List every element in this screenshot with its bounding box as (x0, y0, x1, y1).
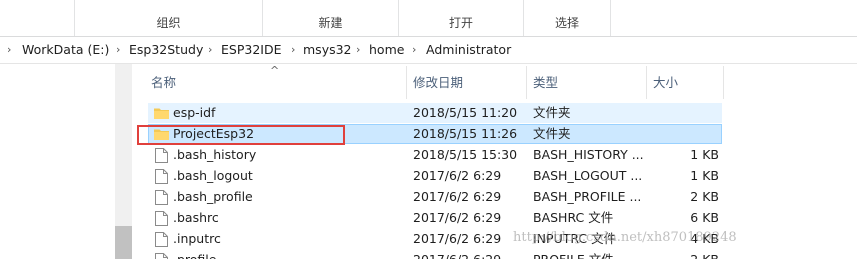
navigation-pane[interactable] (0, 64, 115, 259)
file-icon (155, 169, 168, 184)
chevron-right-icon[interactable]: › (7, 41, 11, 59)
breadcrumb-home[interactable]: home (369, 41, 404, 59)
chevron-right-icon[interactable]: › (116, 41, 120, 59)
chevron-right-icon[interactable]: › (356, 41, 360, 59)
ribbon-group-new[interactable]: 新建 (263, 0, 399, 36)
file-size: 6 KB (690, 210, 719, 225)
file-name: .inputrc (173, 231, 221, 246)
breadcrumb-esp32study[interactable]: Esp32Study (129, 41, 203, 59)
file-name: .bash_logout (173, 168, 253, 183)
file-icon (155, 190, 168, 205)
breadcrumb-esp32ide[interactable]: ESP32IDE (221, 41, 282, 59)
navigation-scrollbar[interactable] (115, 64, 132, 259)
ribbon-label-select: 选择 (554, 16, 579, 30)
chevron-right-icon[interactable]: › (412, 41, 416, 59)
address-bar[interactable]: › WorkData (E:) › Esp32Study › ESP32IDE … (0, 37, 857, 64)
file-row-bashrc[interactable]: .bashrc 2017/6/2 6:29 BASHRC 文件 6 KB (148, 208, 722, 228)
file-size: 2 KB (690, 189, 719, 204)
file-name: .bash_history (173, 147, 257, 162)
file-modified: 2017/6/2 6:29 (413, 168, 502, 183)
ribbon-group-organize[interactable]: 组织 (75, 0, 263, 36)
column-divider[interactable] (526, 66, 527, 99)
file-modified: 2017/6/2 6:29 (413, 250, 501, 259)
file-modified: 2018/5/15 11:20 (413, 105, 518, 120)
file-name: .profile (173, 250, 216, 259)
file-modified: 2017/6/2 6:29 (413, 189, 502, 204)
column-header-name[interactable]: 名称 (151, 64, 176, 101)
column-divider[interactable] (723, 66, 724, 99)
file-modified: 2017/6/2 6:29 (413, 210, 502, 225)
breadcrumb-drive[interactable]: WorkData (E:) (22, 41, 109, 59)
column-header-size[interactable]: 大小 (653, 64, 678, 101)
file-row-bash-profile[interactable]: .bash_profile 2017/6/2 6:29 BASH_PROFILE… (148, 187, 722, 207)
file-type: 文件夹 (533, 105, 571, 120)
file-modified: 2018/5/15 15:30 (413, 147, 518, 162)
file-name: .bash_profile (173, 189, 253, 204)
file-row-esp-idf[interactable]: esp-idf 2018/5/15 11:20 文件夹 (148, 103, 722, 123)
sort-ascending-icon: ^ (270, 64, 280, 77)
ribbon-label-organize: 组织 (156, 16, 181, 30)
file-row-bash-history[interactable]: .bash_history 2018/5/15 15:30 BASH_HISTO… (148, 145, 722, 165)
ribbon-group-blank (0, 0, 75, 36)
watermark-text: http://blog.csdn.net/xh870189248 (513, 230, 737, 245)
file-type: BASH_PROFILE ... (533, 189, 642, 204)
scrollbar-thumb[interactable] (115, 226, 132, 259)
column-header-type[interactable]: 类型 (533, 64, 558, 101)
file-row-bash-logout[interactable]: .bash_logout 2017/6/2 6:29 BASH_LOGOUT .… (148, 166, 722, 186)
file-size (653, 103, 719, 123)
file-size (653, 124, 719, 144)
ribbon-label-new: 新建 (318, 16, 343, 30)
file-type: 文件夹 (533, 126, 571, 141)
file-size: 1 KB (690, 147, 719, 162)
chevron-right-icon[interactable]: › (208, 41, 212, 59)
file-size: 1 KB (690, 168, 719, 183)
highlight-annotation-box (137, 125, 345, 145)
file-icon (155, 148, 168, 163)
file-name: .bashrc (173, 210, 219, 225)
file-name: esp-idf (173, 105, 216, 120)
column-divider[interactable] (646, 66, 647, 99)
file-icon (155, 253, 168, 259)
folder-icon (154, 108, 169, 119)
ribbon: 组织 新建 打开 选择 (0, 0, 857, 37)
file-icon (155, 232, 168, 247)
file-size: 2 KB (653, 250, 719, 259)
ribbon-group-open[interactable]: 打开 (399, 0, 524, 36)
ribbon-label-open: 打开 (448, 16, 473, 30)
file-type: PROFILE 文件 (533, 250, 614, 259)
file-type: BASH_HISTORY ... (533, 147, 644, 162)
file-modified: 2017/6/2 6:29 (413, 231, 502, 246)
file-type: BASH_LOGOUT ... (533, 168, 643, 183)
column-divider[interactable] (406, 66, 407, 99)
breadcrumb-msys32[interactable]: msys32 (303, 41, 352, 59)
file-row-profile[interactable]: .profile 2017/6/2 6:29 PROFILE 文件 2 KB (148, 250, 722, 259)
ribbon-group-select[interactable]: 选择 (524, 0, 611, 36)
chevron-right-icon[interactable]: › (291, 41, 295, 59)
column-header-modified[interactable]: 修改日期 (413, 64, 463, 101)
breadcrumb-administrator[interactable]: Administrator (426, 41, 511, 59)
file-modified: 2018/5/15 11:26 (413, 126, 518, 141)
file-icon (155, 211, 168, 226)
file-type: BASHRC 文件 (533, 210, 614, 225)
